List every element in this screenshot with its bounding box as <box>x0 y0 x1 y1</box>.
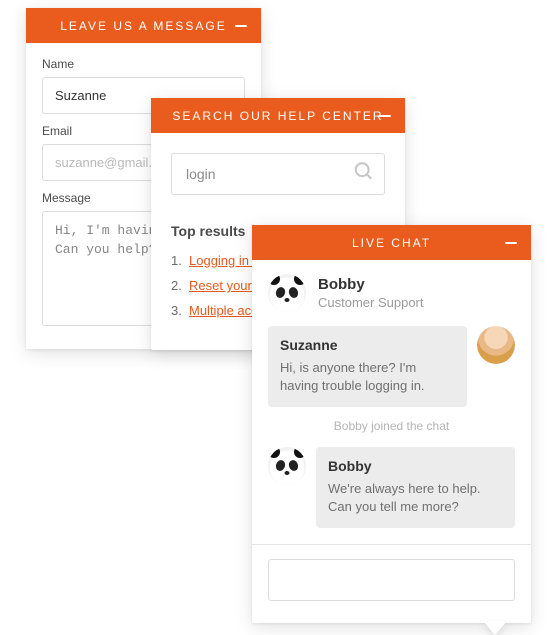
system-message: Bobby joined the chat <box>268 419 515 433</box>
minimize-icon[interactable] <box>235 25 247 27</box>
message-text: Hi, is anyone there? I'm having trouble … <box>280 360 425 393</box>
message-text: We're always here to help. Can you tell … <box>328 481 481 514</box>
agent-avatar <box>268 274 306 312</box>
message-author: Bobby <box>328 457 503 477</box>
help-center-header: SEARCH OUR HELP CENTER <box>151 98 405 133</box>
chat-input[interactable] <box>268 559 515 601</box>
message-author: Suzanne <box>280 336 455 356</box>
minimize-icon[interactable] <box>379 115 391 117</box>
search-icon[interactable] <box>353 161 375 188</box>
agent-avatar <box>268 447 306 485</box>
chat-tail-icon <box>483 621 507 635</box>
live-chat-header: LIVE CHAT <box>252 225 531 260</box>
live-chat-title: LIVE CHAT <box>352 236 431 250</box>
leave-message-title: LEAVE US A MESSAGE <box>60 19 227 33</box>
agent-name: Bobby <box>318 276 424 293</box>
message-bubble: Suzanne Hi, is anyone there? I'm having … <box>268 326 467 407</box>
chat-input-area <box>252 544 531 623</box>
minimize-icon[interactable] <box>505 242 517 244</box>
user-avatar <box>477 326 515 364</box>
help-center-title: SEARCH OUR HELP CENTER <box>172 109 383 123</box>
result-link[interactable]: Logging in o <box>189 253 260 268</box>
leave-message-header: LEAVE US A MESSAGE <box>26 8 261 43</box>
message-bubble: Bobby We're always here to help. Can you… <box>316 447 515 528</box>
live-chat-panel: LIVE CHAT Bobby Customer Support Suzanne… <box>252 225 531 623</box>
name-label: Name <box>42 57 245 71</box>
chat-message-agent: Bobby We're always here to help. Can you… <box>268 447 515 528</box>
agent-info: Bobby Customer Support <box>268 274 515 312</box>
agent-role: Customer Support <box>318 295 424 310</box>
chat-message-user: Suzanne Hi, is anyone there? I'm having … <box>268 326 515 407</box>
